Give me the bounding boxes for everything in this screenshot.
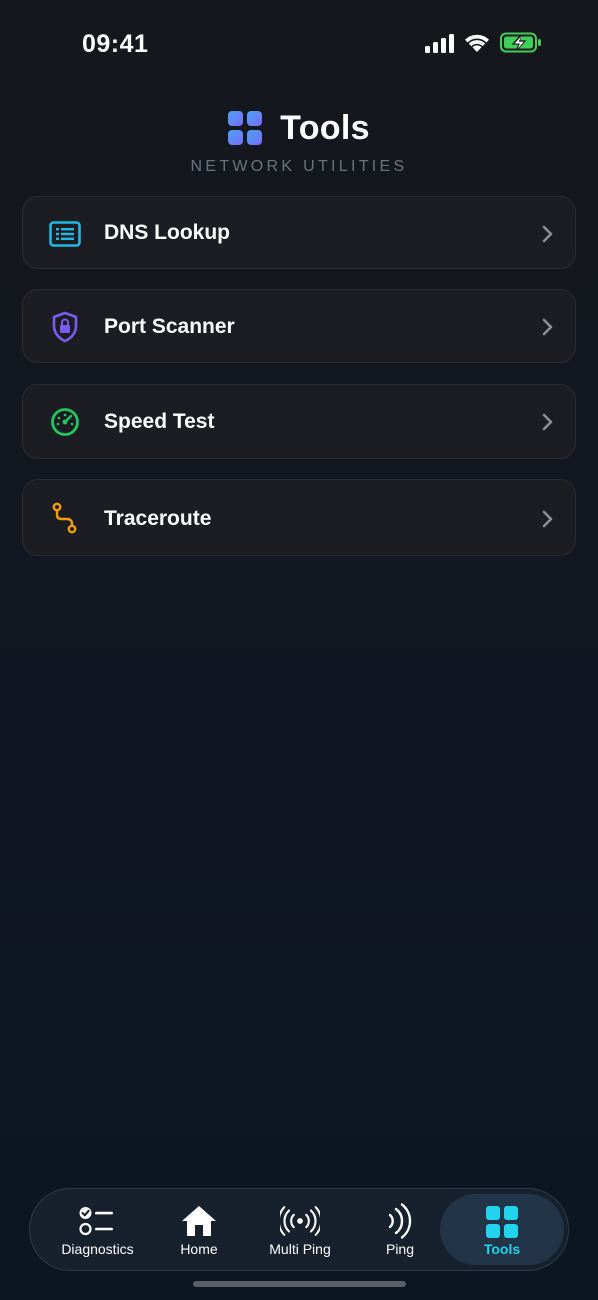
tool-label: Traceroute	[104, 507, 212, 530]
broadcast-icon	[280, 1203, 320, 1239]
grid-icon	[228, 111, 263, 145]
chevron-right-icon	[542, 318, 553, 336]
tab-label: Home	[180, 1241, 218, 1257]
signal-waves-icon	[380, 1203, 420, 1239]
screen: 09:41 Tools NETWORK UTILITIES DNS Lookup…	[0, 0, 598, 1300]
chevron-right-icon	[542, 510, 553, 528]
tool-item-traceroute[interactable]: Traceroute	[22, 479, 576, 556]
tool-item-dns-lookup[interactable]: DNS Lookup	[22, 196, 576, 269]
status-icons	[425, 32, 542, 53]
tool-label: DNS Lookup	[104, 221, 230, 244]
tab-label: Diagnostics	[61, 1241, 134, 1257]
tab-diagnostics[interactable]: Diagnostics	[40, 1189, 155, 1270]
tab-label: Tools	[483, 1241, 521, 1257]
page-title: Tools	[280, 108, 370, 147]
tool-label: Speed Test	[104, 410, 215, 433]
home-icon	[179, 1203, 219, 1239]
tool-item-port-scanner[interactable]: Port Scanner	[22, 289, 576, 363]
tool-item-speed-test[interactable]: Speed Test	[22, 384, 576, 459]
speedometer-icon	[49, 406, 81, 438]
tab-label: Multi Ping	[269, 1241, 331, 1257]
home-indicator	[193, 1281, 406, 1287]
page-subtitle: NETWORK UTILITIES	[190, 158, 408, 175]
tab-label: Ping	[385, 1241, 415, 1257]
checklist-icon	[78, 1203, 118, 1239]
tab-bar: Diagnostics Home Multi Ping Ping Tools	[29, 1188, 569, 1271]
tab-tools[interactable]: Tools	[440, 1194, 564, 1265]
chevron-right-icon	[542, 225, 553, 243]
status-time: 09:41	[82, 30, 149, 58]
signal-icon	[425, 33, 454, 53]
page-header: Tools NETWORK UTILITIES	[0, 104, 598, 176]
status-bar: 09:41	[0, 0, 598, 90]
grid-icon	[482, 1204, 522, 1240]
shield-lock-icon	[49, 311, 81, 343]
battery-charging-icon	[500, 32, 541, 53]
tab-home[interactable]: Home	[155, 1189, 243, 1270]
tab-multi-ping[interactable]: Multi Ping	[251, 1189, 349, 1270]
route-icon	[49, 502, 81, 534]
wifi-icon	[465, 34, 489, 52]
tool-label: Port Scanner	[104, 315, 235, 338]
chevron-right-icon	[542, 413, 553, 431]
dns-list-icon	[49, 218, 81, 250]
title-row: Tools	[0, 104, 598, 152]
tab-ping[interactable]: Ping	[360, 1189, 440, 1270]
